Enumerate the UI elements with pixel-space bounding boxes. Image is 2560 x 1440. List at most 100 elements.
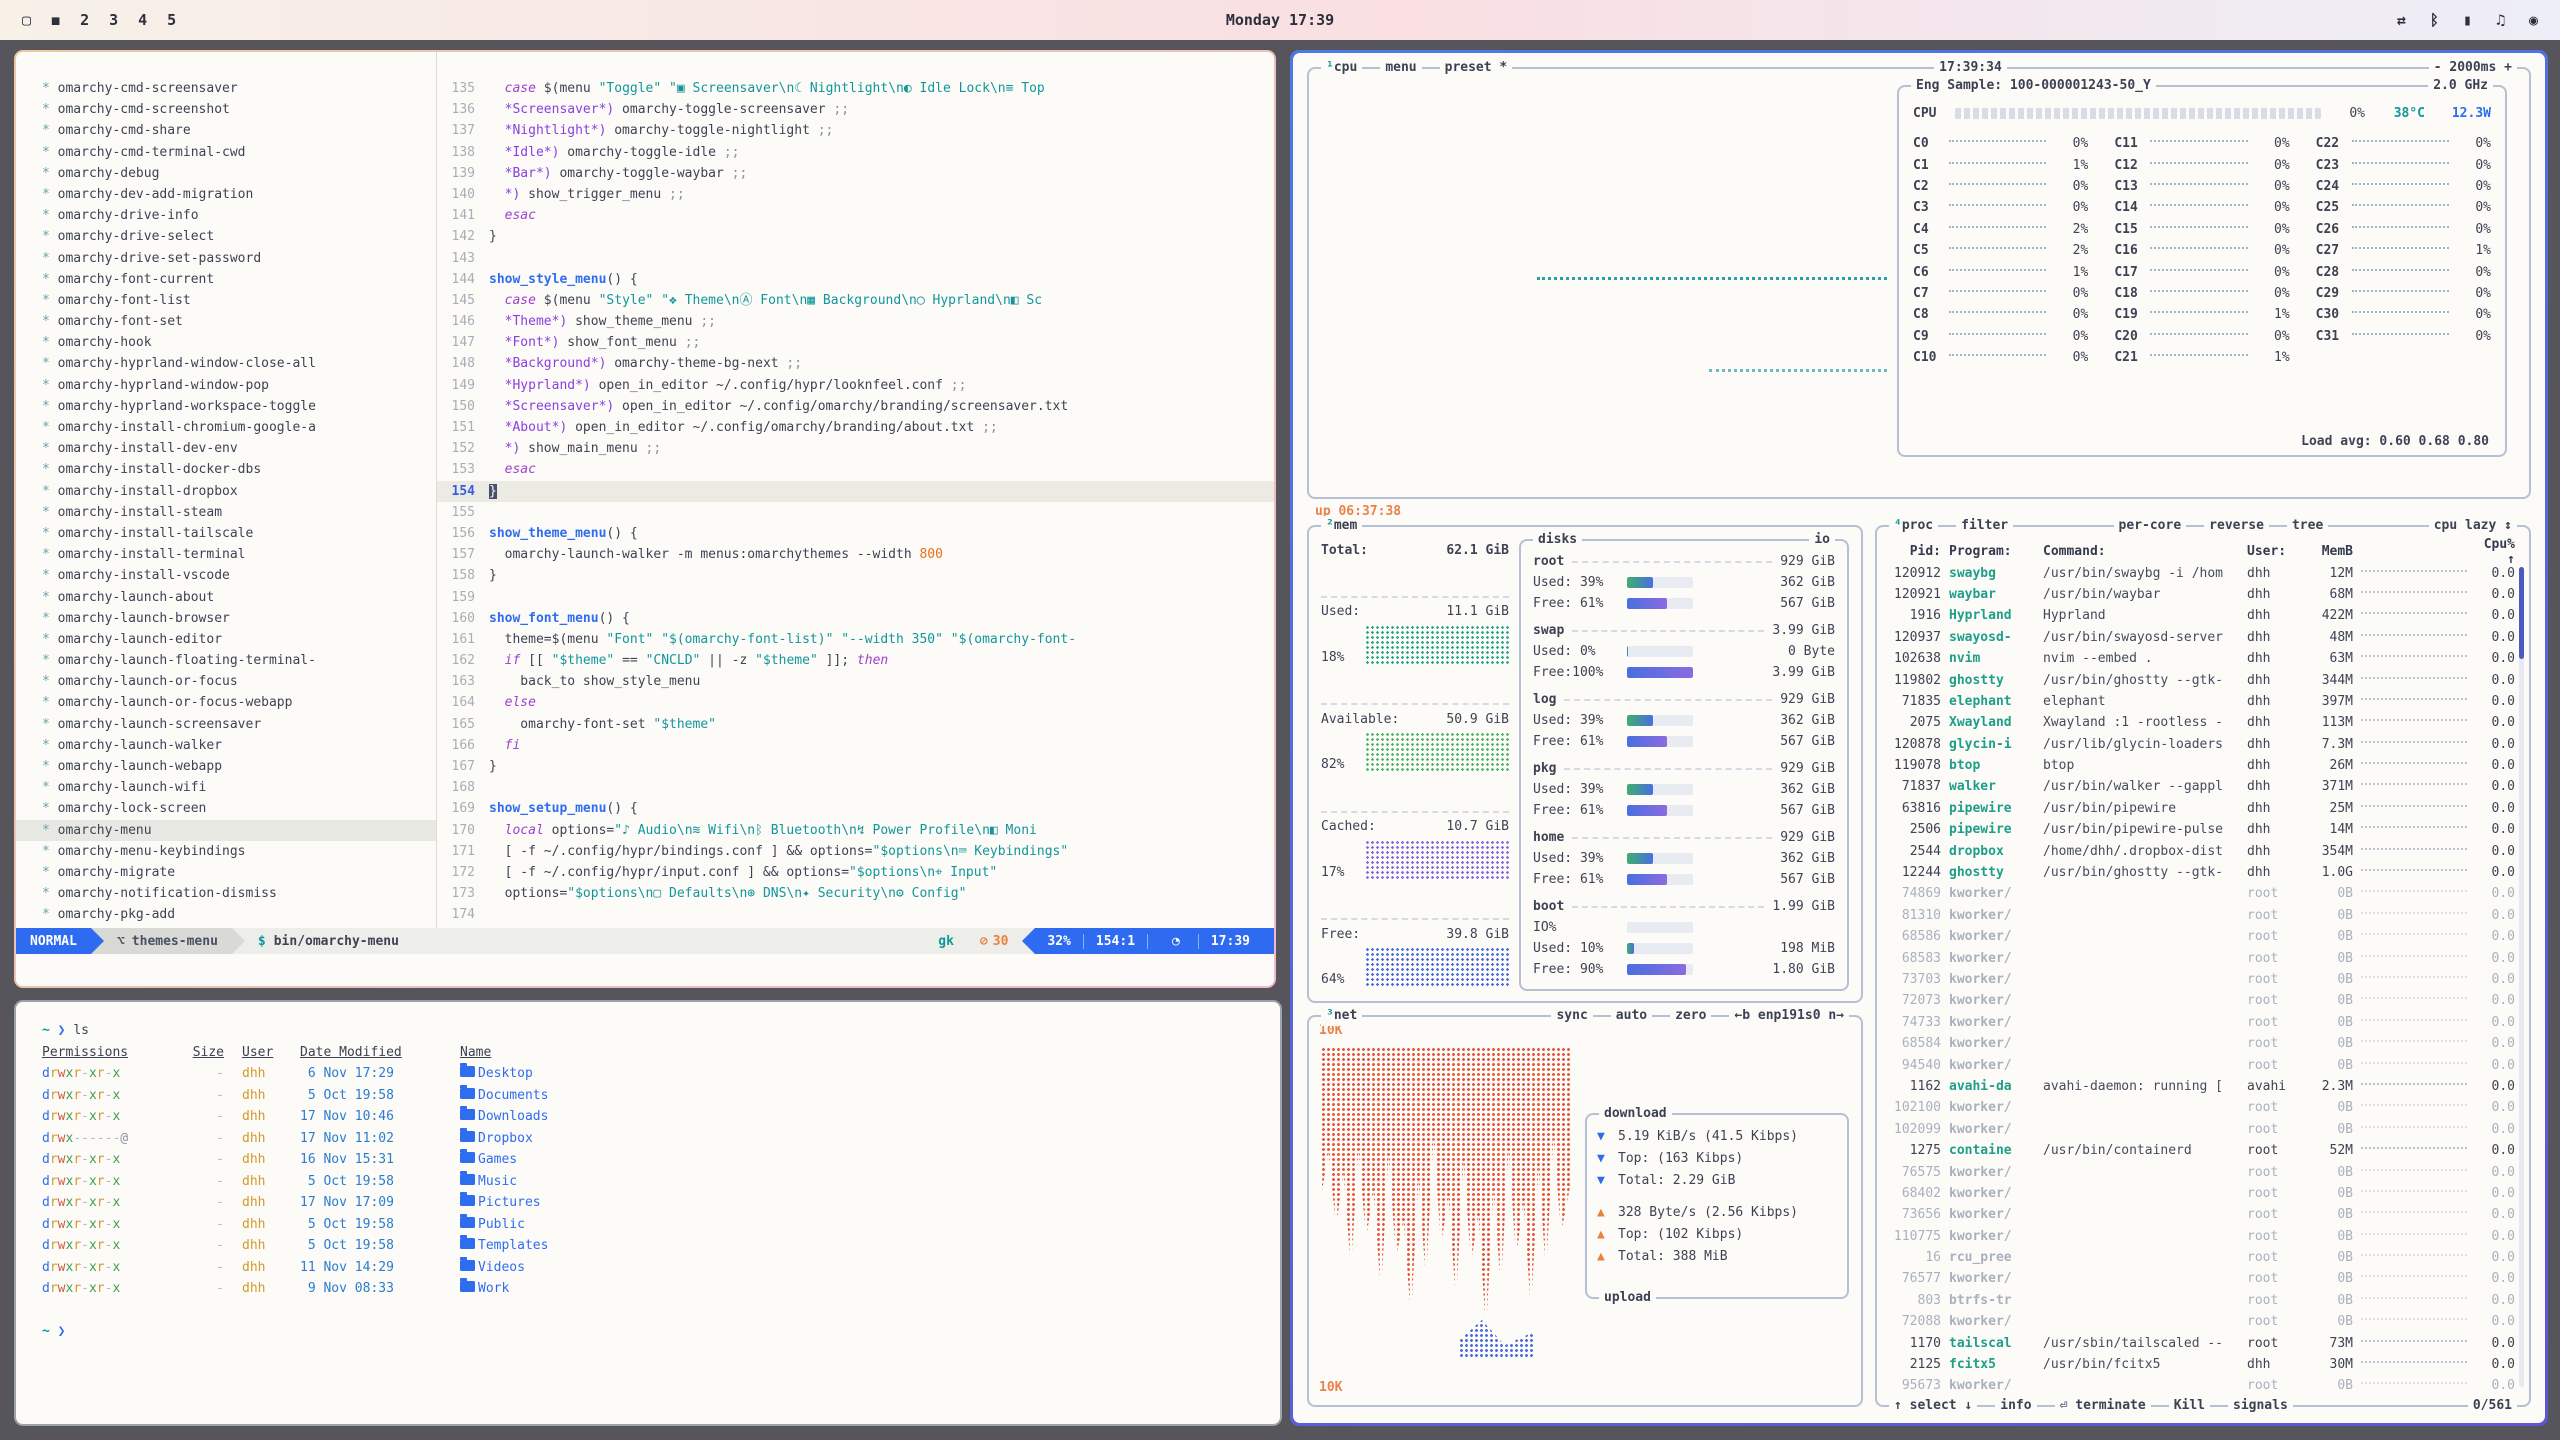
file-item[interactable]: * omarchy-font-current [42,269,436,290]
preset-button[interactable]: preset * [1440,58,1513,78]
process-row[interactable]: 102100kworker/root0B0.0 [1887,1097,2519,1118]
process-row[interactable]: 72073kworker/root0B0.0 [1887,990,2519,1011]
file-item[interactable]: * omarchy-hyprland-window-pop [42,375,436,396]
file-list[interactable]: * omarchy-cmd-screensaver* omarchy-cmd-s… [16,52,436,928]
process-row[interactable]: 76577kworker/root0B0.0 [1887,1268,2519,1289]
process-row[interactable]: 1162avahi-daavahi-daemon: running [avahi… [1887,1076,2519,1097]
process-row[interactable]: 120937swayosd-/usr/bin/swayosd-serverdhh… [1887,627,2519,648]
header-command[interactable]: Command: [2043,544,2247,559]
process-row[interactable]: 120921waybar/usr/bin/waybardhh68M0.0 [1887,584,2519,605]
process-row[interactable]: 72088kworker/root0B0.0 [1887,1311,2519,1332]
signals-button[interactable]: signals [2228,1396,2293,1416]
file-item[interactable]: * omarchy-lock-screen [42,798,436,819]
filter-button[interactable]: filter [1956,516,2013,536]
file-item[interactable]: * omarchy-font-list [42,290,436,311]
process-row[interactable]: 81310kworker/root0B0.0 [1887,905,2519,926]
process-row[interactable]: 1170tailscal/usr/sbin/tailscaled --root7… [1887,1332,2519,1353]
net-box-label[interactable]: ³net [1321,1006,1362,1026]
process-row[interactable]: 16rcu_preeroot0B0.0 [1887,1247,2519,1268]
process-row[interactable]: 102638nvimnvim --embed .dhh63M0.0 [1887,648,2519,669]
sort-selector[interactable]: cpu lazy ↕ [2429,516,2517,536]
file-item[interactable]: * omarchy-menu-keybindings [42,841,436,862]
per-core-toggle[interactable]: per-core [2114,516,2187,536]
sync-toggle[interactable]: sync [1551,1006,1592,1026]
terminate-button[interactable]: ⏎ terminate [2055,1396,2151,1416]
cpu-box-label[interactable]: ¹cpu [1321,58,1362,78]
workspace-5[interactable]: 5 [167,11,176,29]
file-item[interactable]: * omarchy-launch-or-focus-webapp [42,692,436,713]
process-row[interactable]: 94540kworker/root0B0.0 [1887,1054,2519,1075]
header-mem[interactable]: MemB [2305,544,2353,559]
workspace-1-active[interactable]: ◼ [51,11,60,29]
network-interface[interactable]: ←b enp191s0 n→ [1729,1006,1849,1026]
process-row[interactable]: 68583kworker/root0B0.0 [1887,947,2519,968]
tree-toggle[interactable]: tree [2287,516,2328,536]
process-row[interactable]: 73703kworker/root0B0.0 [1887,969,2519,990]
process-row[interactable]: 71837walker/usr/bin/walker --gappldhh371… [1887,776,2519,797]
file-item[interactable]: * omarchy-install-chromium-google-a [42,417,436,438]
file-item[interactable]: * omarchy-install-docker-dbs [42,459,436,480]
proc-scrollbar-thumb[interactable] [2519,567,2524,659]
process-row[interactable]: 74733kworker/root0B0.0 [1887,1012,2519,1033]
file-item[interactable]: * omarchy-drive-select [42,226,436,247]
auto-toggle[interactable]: auto [1611,1006,1652,1026]
header-user[interactable]: User: [2247,544,2305,559]
update-interval[interactable]: - 2000ms + [2429,58,2517,78]
file-item[interactable]: * omarchy-install-dropbox [42,481,436,502]
process-row[interactable]: 74869kworker/root0B0.0 [1887,883,2519,904]
file-item[interactable]: * omarchy-cmd-share [42,120,436,141]
file-item[interactable]: * omarchy-launch-about [42,587,436,608]
file-item[interactable]: * omarchy-install-vscode [42,565,436,586]
file-item[interactable]: * omarchy-migrate [42,862,436,883]
process-row[interactable]: 2125fcitx5/usr/bin/fcitx5dhh30M0.0 [1887,1354,2519,1375]
mem-box-label[interactable]: ²mem [1321,516,1362,536]
zero-toggle[interactable]: zero [1670,1006,1711,1026]
process-row[interactable]: 110775kworker/root0B0.0 [1887,1226,2519,1247]
process-row[interactable]: 120878glycin-i/usr/lib/glycin-loadersdhh… [1887,734,2519,755]
header-pid[interactable]: Pid: [1887,544,1949,559]
process-row[interactable]: 68586kworker/root0B0.0 [1887,926,2519,947]
workspace-3[interactable]: 3 [109,11,118,29]
process-row[interactable]: 1916HyprlandHyprlanddhh422M0.0 [1887,605,2519,626]
file-item[interactable]: * omarchy-font-set [42,311,436,332]
process-row[interactable]: 102099kworker/root0B0.0 [1887,1119,2519,1140]
select-keys[interactable]: ↑ select ↓ [1889,1396,1977,1416]
file-item[interactable]: * omarchy-cmd-screensaver [42,78,436,99]
file-item[interactable]: * omarchy-launch-walker [42,735,436,756]
file-item[interactable]: * omarchy-debug [42,163,436,184]
workspace-4[interactable]: 4 [138,11,147,29]
file-item[interactable]: * omarchy-hook [42,332,436,353]
workspace-2[interactable]: 2 [80,11,89,29]
process-row[interactable]: 63816pipewire/usr/bin/pipewiredhh25M0.0 [1887,798,2519,819]
file-item[interactable]: * omarchy-install-steam [42,502,436,523]
power-icon[interactable]: ◉ [2529,11,2538,29]
screencast-icon[interactable]: ⇄ [2397,11,2406,29]
code-lines[interactable]: 135 case $(menu "Toggle" "▣ Screensaver\… [436,52,1274,928]
file-item[interactable]: * omarchy-menu [16,820,436,841]
file-item[interactable]: * omarchy-launch-browser [42,608,436,629]
file-item[interactable]: * omarchy-launch-webapp [42,756,436,777]
proc-box-label[interactable]: ⁴proc [1889,516,1938,536]
process-row[interactable]: 95673kworker/root0B0.0 [1887,1375,2519,1395]
file-item[interactable]: * omarchy-pkg-add [42,904,436,925]
process-row[interactable]: 803btrfs-trroot0B0.0 [1887,1290,2519,1311]
battery-icon[interactable]: ▮ [2463,11,2472,29]
process-row[interactable]: 2544dropbox/home/dhh/.dropbox-distdhh354… [1887,840,2519,861]
process-row[interactable]: 68584kworker/root0B0.0 [1887,1033,2519,1054]
file-item[interactable]: * omarchy-launch-or-focus [42,671,436,692]
io-toggle[interactable]: io [1809,530,1835,550]
process-row[interactable]: 12244ghostty/usr/bin/ghostty --gtk-dhh1.… [1887,862,2519,883]
file-item[interactable]: * omarchy-cmd-terminal-cwd [42,142,436,163]
process-row[interactable]: 73656kworker/root0B0.0 [1887,1204,2519,1225]
process-row[interactable]: 71835elephantelephantdhh397M0.0 [1887,691,2519,712]
workspace-overview[interactable]: ▢ [22,11,31,29]
volume-icon[interactable]: ♫ [2496,11,2505,29]
info-button[interactable]: info [1995,1396,2036,1416]
file-item[interactable]: * omarchy-cmd-screenshot [42,99,436,120]
process-row[interactable]: 76575kworker/root0B0.0 [1887,1161,2519,1182]
file-item[interactable]: * omarchy-hyprland-window-close-all [42,353,436,374]
proc-scrollbar-track[interactable] [2519,567,2524,1387]
process-row[interactable]: 2506pipewire/usr/bin/pipewire-pulsedhh14… [1887,819,2519,840]
file-item[interactable]: * omarchy-hyprland-workspace-toggle [42,396,436,417]
file-item[interactable]: * omarchy-dev-add-migration [42,184,436,205]
